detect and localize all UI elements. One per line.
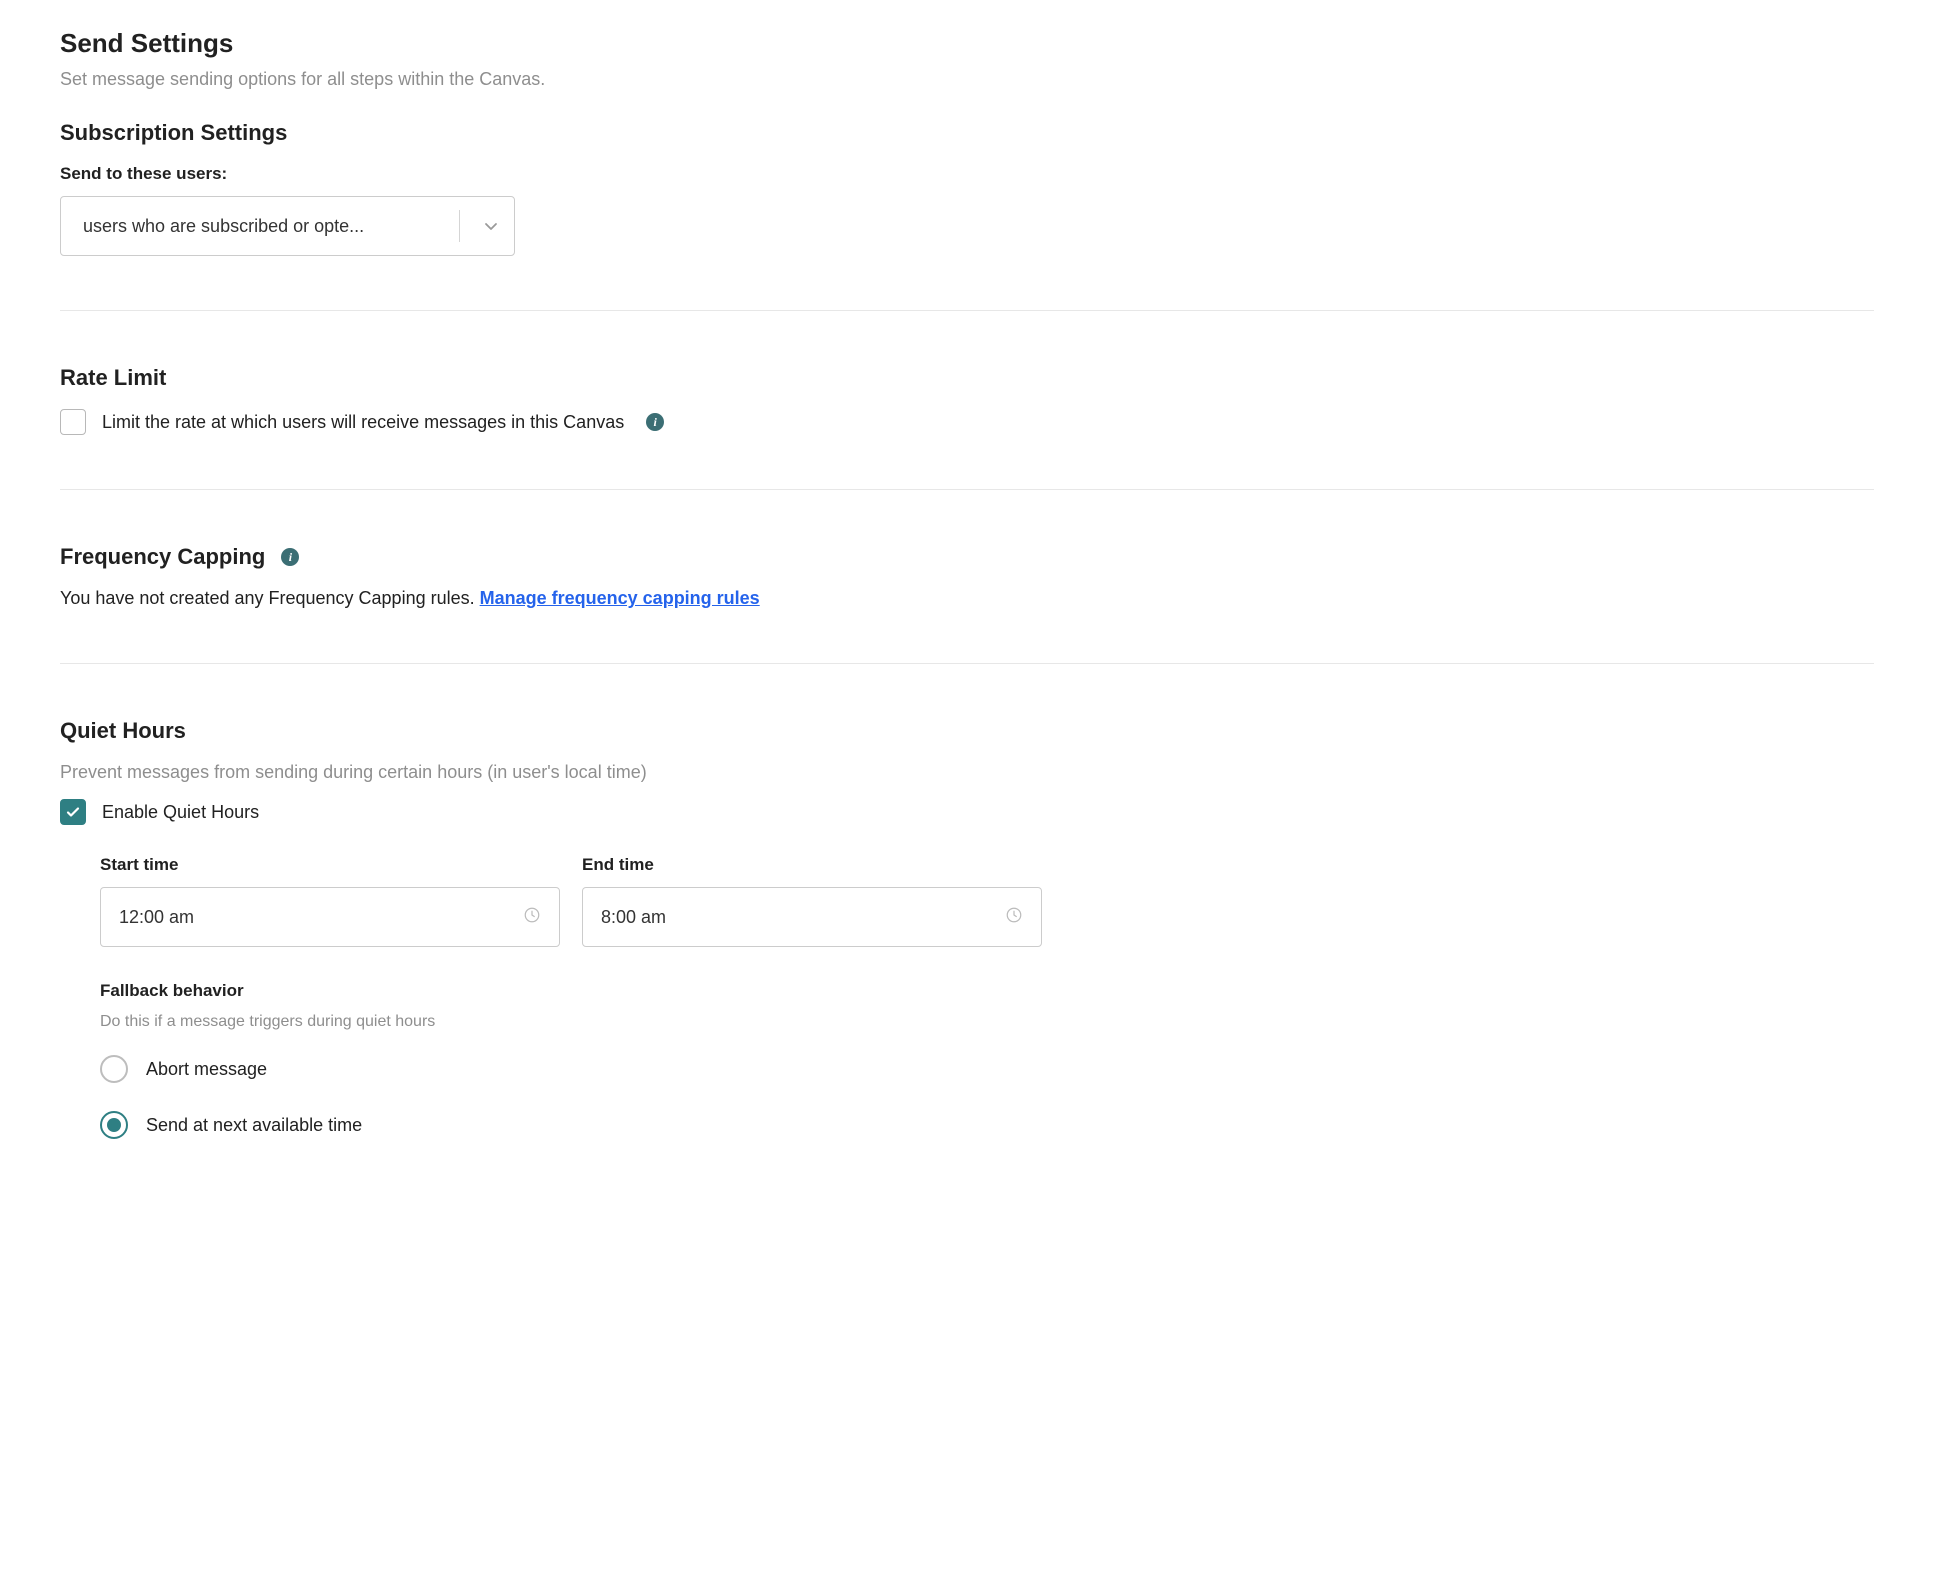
manage-frequency-rules-link[interactable]: Manage frequency capping rules (480, 588, 760, 608)
divider (60, 310, 1874, 311)
frequency-capping-body: You have not created any Frequency Cappi… (60, 588, 1874, 609)
divider (60, 489, 1874, 490)
clock-icon (523, 906, 541, 929)
enable-quiet-hours-checkbox[interactable] (60, 799, 86, 825)
quiet-hours-title: Quiet Hours (60, 718, 1874, 744)
start-time-input[interactable]: 12:00 am (100, 887, 560, 947)
clock-icon (1005, 906, 1023, 929)
check-icon (65, 804, 81, 820)
start-time-label: Start time (100, 855, 560, 875)
enable-quiet-hours-label: Enable Quiet Hours (102, 802, 259, 823)
quiet-hours-subtitle: Prevent messages from sending during cer… (60, 762, 1874, 783)
radio-send-next[interactable] (100, 1111, 128, 1139)
start-time-value: 12:00 am (119, 907, 523, 928)
rate-limit-label: Limit the rate at which users will recei… (102, 412, 624, 433)
info-icon[interactable]: i (646, 413, 664, 431)
end-time-label: End time (582, 855, 1042, 875)
rate-limit-checkbox[interactable] (60, 409, 86, 435)
fallback-behavior-title: Fallback behavior (100, 981, 1874, 1001)
info-icon[interactable]: i (281, 548, 299, 566)
send-to-users-select[interactable]: users who are subscribed or opte... (60, 196, 515, 256)
radio-send-next-label: Send at next available time (146, 1115, 362, 1136)
send-settings-subtitle: Set message sending options for all step… (60, 69, 1874, 90)
fallback-option-send-next[interactable]: Send at next available time (100, 1111, 1874, 1139)
send-to-users-value: users who are subscribed or opte... (83, 216, 451, 237)
rate-limit-title: Rate Limit (60, 365, 1874, 391)
frequency-capping-text: You have not created any Frequency Cappi… (60, 588, 475, 608)
send-to-users-label: Send to these users: (60, 164, 1874, 184)
end-time-input[interactable]: 8:00 am (582, 887, 1042, 947)
fallback-behavior-subtitle: Do this if a message triggers during qui… (100, 1013, 1874, 1031)
select-divider (459, 210, 460, 242)
radio-abort-label: Abort message (146, 1059, 267, 1080)
send-settings-title: Send Settings (60, 28, 1874, 59)
end-time-value: 8:00 am (601, 907, 1005, 928)
radio-abort[interactable] (100, 1055, 128, 1083)
frequency-capping-title: Frequency Capping (60, 544, 265, 570)
subscription-settings-title: Subscription Settings (60, 120, 1874, 146)
chevron-down-icon (468, 218, 514, 234)
divider (60, 663, 1874, 664)
fallback-option-abort[interactable]: Abort message (100, 1055, 1874, 1083)
